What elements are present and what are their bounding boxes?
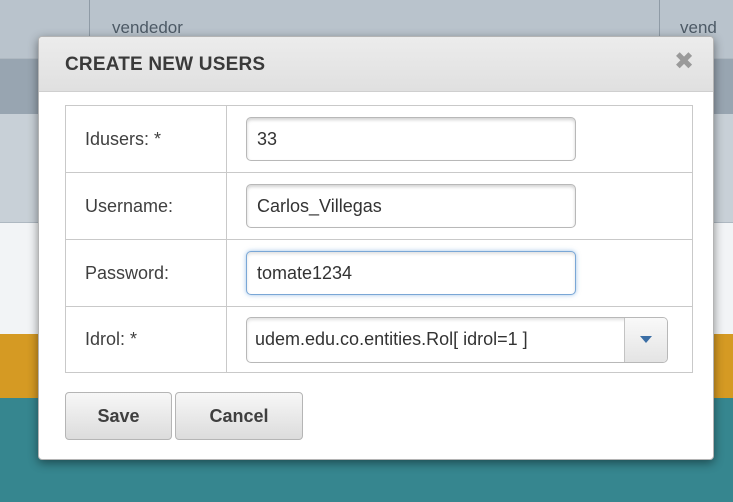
- user-form: Idusers: * Username: Password: Idrol: * …: [65, 105, 693, 373]
- cancel-button[interactable]: Cancel: [175, 392, 303, 440]
- idusers-cell: [227, 106, 692, 172]
- username-cell: [227, 173, 692, 239]
- idusers-input[interactable]: [246, 117, 576, 161]
- chevron-down-icon: [640, 336, 652, 343]
- background-cell-text: vend: [680, 18, 717, 37]
- dropdown-trigger[interactable]: [624, 317, 667, 362]
- form-row-password: Password:: [66, 240, 692, 307]
- form-row-idusers: Idusers: *: [66, 106, 692, 173]
- idusers-label: Idusers: *: [66, 106, 227, 172]
- close-icon[interactable]: ✖: [673, 50, 695, 74]
- form-row-username: Username:: [66, 173, 692, 240]
- password-label: Password:: [66, 240, 227, 306]
- idrol-cell: udem.edu.co.entities.Rol[ idrol=1 ]: [227, 307, 692, 372]
- password-input[interactable]: [246, 251, 576, 295]
- form-row-idrol: Idrol: * udem.edu.co.entities.Rol[ idrol…: [66, 307, 692, 372]
- password-cell: [227, 240, 692, 306]
- idrol-select[interactable]: udem.edu.co.entities.Rol[ idrol=1 ]: [246, 316, 668, 363]
- username-label: Username:: [66, 173, 227, 239]
- idrol-label: Idrol: *: [66, 307, 227, 372]
- create-user-dialog: CREATE NEW USERS ✖ Idusers: * Username: …: [38, 36, 714, 460]
- dialog-title: CREATE NEW USERS: [65, 54, 266, 75]
- save-button[interactable]: Save: [65, 392, 172, 440]
- background-cell-text: vendedor: [112, 18, 183, 37]
- username-input[interactable]: [246, 184, 576, 228]
- dialog-header: CREATE NEW USERS ✖: [39, 37, 713, 92]
- idrol-selected-value: udem.edu.co.entities.Rol[ idrol=1 ]: [255, 329, 528, 349]
